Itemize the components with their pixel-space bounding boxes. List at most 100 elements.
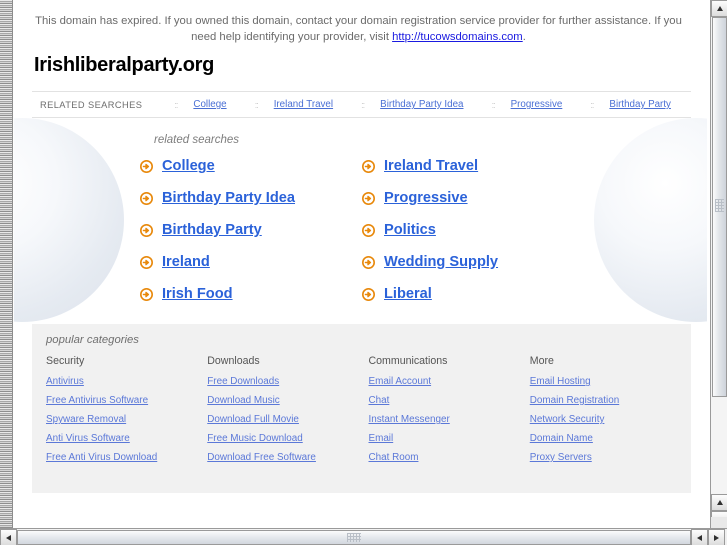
related-search-link-politics[interactable]: Politics	[384, 222, 436, 238]
related-searches-section: related searches College Ireland Travel Bi…	[14, 134, 707, 302]
arrow-circle-right-icon	[140, 191, 153, 205]
related-search-link-irish-food[interactable]: Irish Food	[162, 286, 233, 302]
navbar-links: :: College:: Ireland Travel:: Birthday Part…	[142, 99, 685, 110]
category-link-antivirus[interactable]: Antivirus	[46, 376, 207, 387]
category-link-free-anti-virus-download[interactable]: Free Anti Virus Download	[46, 452, 207, 463]
related-search-item[interactable]: Wedding Supply	[362, 254, 584, 270]
related-search-item[interactable]: Ireland Travel	[362, 158, 584, 174]
scrollbar-corner	[710, 517, 727, 528]
category-column: More Email Hosting Domain Registration Netw…	[530, 355, 691, 471]
horizontal-scrollbar-track[interactable]	[17, 529, 691, 545]
related-search-item[interactable]: Ireland	[140, 254, 362, 270]
popular-categories-grid: Security Antivirus Free Antivirus Software…	[46, 355, 691, 471]
triangle-left-icon	[6, 534, 11, 541]
hscrollbar-grip-icon	[347, 533, 361, 542]
related-search-link-birthday-party-idea[interactable]: Birthday Party Idea	[162, 190, 295, 206]
category-link-instant-messenger[interactable]: Instant Messenger	[369, 414, 530, 425]
scroll-down-button[interactable]	[711, 494, 727, 511]
page-title: Irishliberalparty.org	[34, 54, 215, 77]
arrow-circle-right-icon	[140, 255, 153, 269]
category-link-free-music-download[interactable]: Free Music Download	[207, 433, 368, 444]
page-content: This domain has expired. If you owned th…	[14, 0, 707, 528]
category-link-domain-name[interactable]: Domain Name	[530, 433, 691, 444]
category-link-download-full-movie[interactable]: Download Full Movie	[207, 414, 368, 425]
related-search-item[interactable]: Birthday Party	[140, 222, 362, 238]
arrow-circle-right-icon	[140, 287, 153, 301]
vertical-scrollbar[interactable]	[710, 0, 727, 528]
related-search-link-college[interactable]: College	[162, 158, 215, 174]
triangle-up-icon	[716, 6, 723, 11]
category-link-chat[interactable]: Chat	[369, 395, 530, 406]
navbar-link-birthday-party[interactable]: Birthday Party	[609, 99, 671, 110]
category-link-free-antivirus-software[interactable]: Free Antivirus Software	[46, 395, 207, 406]
category-link-proxy-servers[interactable]: Proxy Servers	[530, 452, 691, 463]
browser-viewport: This domain has expired. If you owned th…	[0, 0, 727, 545]
category-link-email-account[interactable]: Email Account	[369, 376, 530, 387]
navbar-entry: :: Birthday Party	[590, 99, 671, 110]
scroll-left-button-2[interactable]	[691, 529, 708, 545]
navbar-entry: :: Ireland Travel	[255, 99, 333, 110]
arrow-circle-right-icon	[362, 255, 375, 269]
related-search-link-ireland[interactable]: Ireland	[162, 254, 210, 270]
navbar-separator: ::	[174, 99, 178, 110]
category-link-network-security[interactable]: Network Security	[530, 414, 691, 425]
related-search-link-birthday-party[interactable]: Birthday Party	[162, 222, 262, 238]
vertical-scrollbar-track[interactable]	[711, 17, 727, 511]
tucows-domains-link[interactable]: http://tucowsdomains.com	[392, 31, 523, 43]
navbar-separator: ::	[590, 99, 594, 110]
notice-text-after: .	[522, 31, 526, 44]
navbar-link-birthday-party-idea[interactable]: Birthday Party Idea	[380, 99, 463, 110]
horizontal-scrollbar[interactable]	[0, 528, 727, 545]
category-column-title: Communications	[368, 355, 448, 368]
category-column-title: More	[529, 355, 554, 368]
category-link-domain-registration[interactable]: Domain Registration	[530, 395, 691, 406]
popular-categories-heading: popular categories	[46, 334, 139, 347]
arrow-circle-right-icon	[362, 159, 375, 173]
related-search-item[interactable]: Progressive	[362, 190, 584, 206]
popular-categories-section: popular categories Security Antivirus Free…	[32, 324, 691, 494]
domain-expiry-notice: This domain has expired. If you owned th…	[32, 13, 685, 45]
category-link-email-hosting[interactable]: Email Hosting	[530, 376, 691, 387]
scrollbar-grip-icon	[715, 199, 724, 212]
arrow-circle-right-icon	[362, 223, 375, 237]
navbar-entry: :: College	[174, 99, 226, 110]
related-searches-heading: related searches	[154, 134, 240, 147]
category-link-email[interactable]: Email	[369, 433, 530, 444]
arrow-circle-right-icon	[140, 223, 153, 237]
scroll-right-button[interactable]	[708, 529, 725, 545]
arrow-circle-right-icon	[140, 159, 153, 173]
triangle-right-icon	[714, 534, 719, 541]
category-link-spyware-removal[interactable]: Spyware Removal	[46, 414, 207, 425]
triangle-left-icon-2	[697, 534, 702, 541]
navbar-link-college[interactable]: College	[193, 99, 226, 110]
navbar-link-progressive[interactable]: Progressive	[511, 99, 563, 110]
category-link-anti-virus-software[interactable]: Anti Virus Software	[46, 433, 207, 444]
related-search-item[interactable]: Politics	[362, 222, 584, 238]
arrow-circle-right-icon	[362, 287, 375, 301]
horizontal-scroll-buttons	[691, 529, 727, 545]
related-search-link-wedding-supply[interactable]: Wedding Supply	[384, 254, 498, 270]
category-link-chat-room[interactable]: Chat Room	[369, 452, 530, 463]
left-edge-decoration	[0, 0, 13, 528]
category-column-title: Downloads	[207, 355, 260, 368]
related-search-item[interactable]: College	[140, 158, 362, 174]
category-link-download-free-software[interactable]: Download Free Software	[207, 452, 368, 463]
related-searches-label: RELATED SEARCHES	[40, 99, 143, 110]
related-search-link-progressive[interactable]: Progressive	[384, 190, 468, 206]
navbar-link-ireland-travel[interactable]: Ireland Travel	[274, 99, 333, 110]
related-search-item[interactable]: Liberal	[362, 286, 584, 302]
related-search-link-ireland-travel[interactable]: Ireland Travel	[384, 158, 478, 174]
category-link-free-downloads[interactable]: Free Downloads	[207, 376, 368, 387]
scroll-up-button[interactable]	[711, 0, 727, 17]
scroll-left-button[interactable]	[0, 529, 17, 545]
category-column: Communications Email Account Chat Instant M…	[369, 355, 530, 471]
related-searches-navbar: RELATED SEARCHES :: College:: Ireland Trav…	[32, 91, 691, 119]
triangle-up-icon-secondary	[716, 500, 723, 505]
related-search-item[interactable]: Irish Food	[140, 286, 362, 302]
navbar-entry: :: Progressive	[492, 99, 563, 110]
related-search-item[interactable]: Birthday Party Idea	[140, 190, 362, 206]
category-link-download-music[interactable]: Download Music	[207, 395, 368, 406]
arrow-circle-right-icon	[362, 191, 375, 205]
navbar-separator: ::	[361, 99, 365, 110]
related-search-link-liberal[interactable]: Liberal	[384, 286, 432, 302]
